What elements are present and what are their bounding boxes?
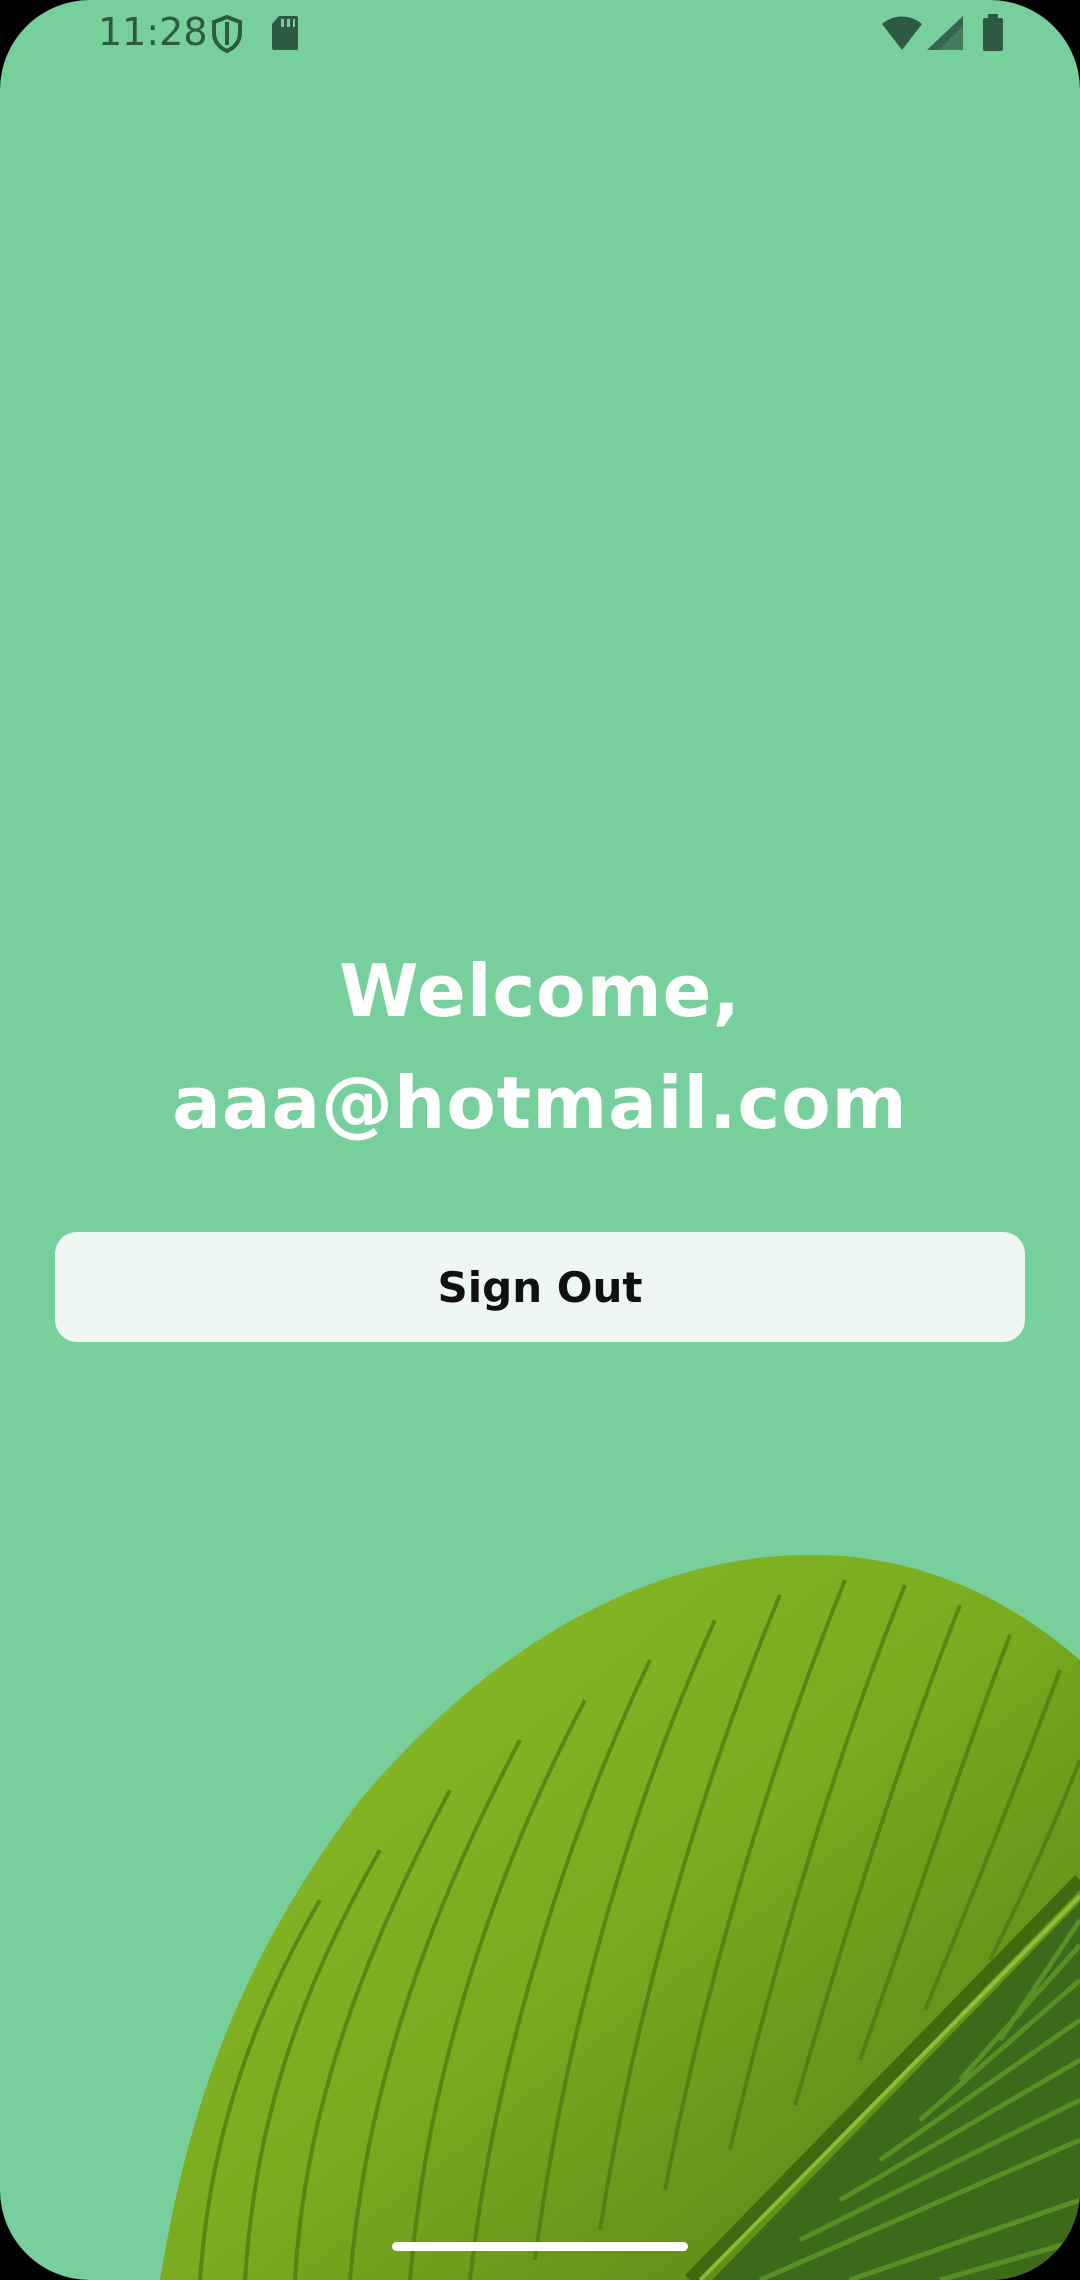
welcome-greeting: Welcome, [339, 949, 741, 1033]
cell-signal-icon [925, 14, 965, 56]
welcome-message: Welcome, aaa@hotmail.com [0, 935, 1080, 1159]
wifi-icon [880, 14, 924, 56]
leaf-illustration [0, 1540, 1080, 2280]
home-indicator[interactable] [392, 2242, 688, 2251]
shield-icon [210, 14, 244, 58]
status-time: 11:28 [98, 10, 208, 54]
battery-icon [982, 14, 1004, 56]
user-email: aaa@hotmail.com [172, 1061, 908, 1145]
sd-card-icon [270, 14, 300, 56]
sign-out-button[interactable]: Sign Out [55, 1232, 1025, 1342]
status-bar: 11:28 [0, 0, 1080, 70]
screen: 11:28 Welcome, aaa@hotmail.com Sign Out [0, 0, 1080, 2280]
